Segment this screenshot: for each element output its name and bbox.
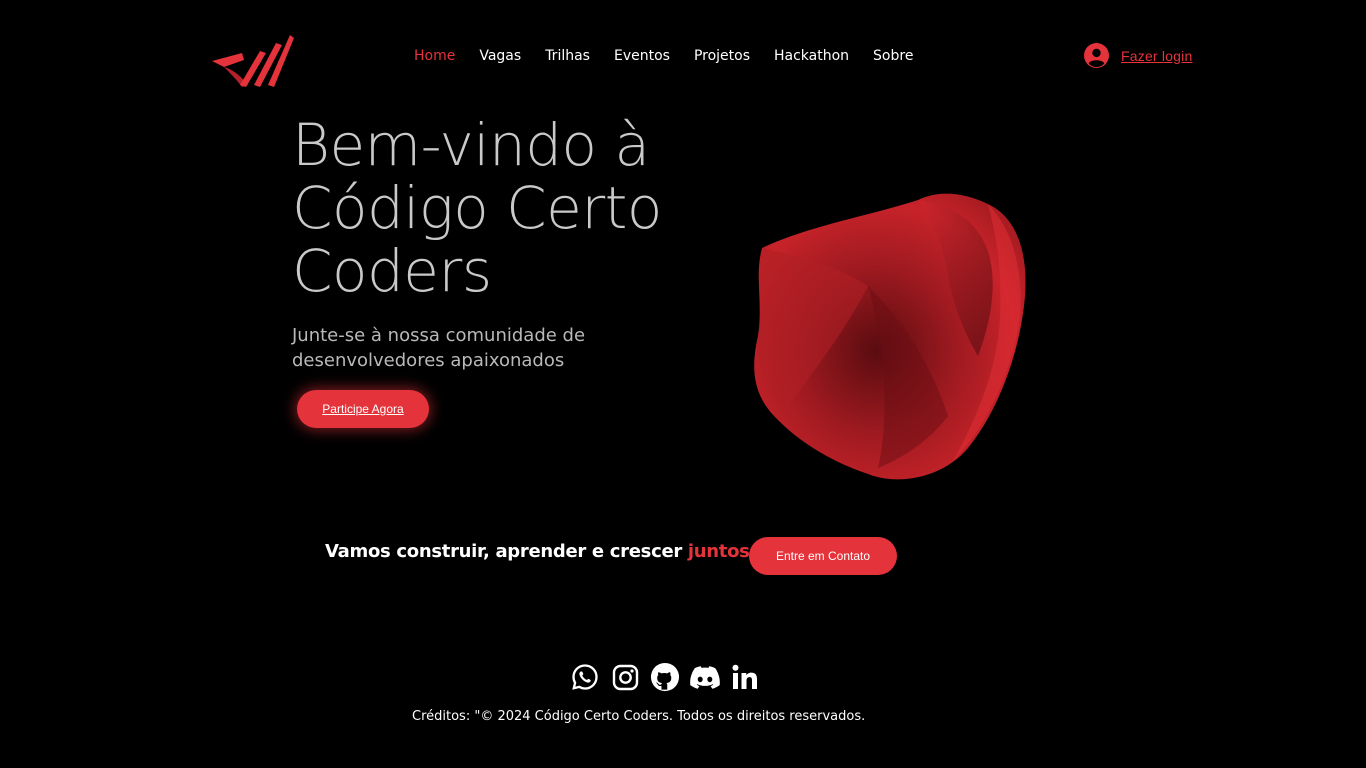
join-now-button[interactable]: Participe Agora [297,390,429,428]
user-icon [1084,43,1109,68]
hero-title-line: Código Certo [292,174,662,242]
logo-icon[interactable] [210,33,294,89]
nav-home[interactable]: Home [414,48,455,65]
social-links [570,661,760,693]
main-nav: Home Vagas Trilhas Eventos Projetos Hack… [414,48,913,65]
nav-vagas[interactable]: Vagas [479,48,521,65]
nav-trilhas[interactable]: Trilhas [545,48,590,65]
nav-projetos[interactable]: Projetos [694,48,750,65]
login-link[interactable]: Fazer login [1084,43,1192,68]
hero-title-line: Coders [292,237,492,305]
login-label: Fazer login [1121,47,1193,64]
red-cloth-illustration [754,193,1026,480]
cta-text-main: Vamos construir, aprender e crescer [325,541,682,562]
hero-title-line: Bem-vindo à [292,111,650,179]
nav-sobre[interactable]: Sobre [873,48,913,65]
whatsapp-icon[interactable] [570,661,600,693]
discord-icon[interactable] [690,661,720,693]
page: Home Vagas Trilhas Eventos Projetos Hack… [0,0,1366,768]
instagram-icon[interactable] [610,661,640,693]
linkedin-icon[interactable] [730,661,760,693]
github-icon[interactable] [650,661,680,693]
contact-button[interactable]: Entre em Contato [749,537,897,575]
footer-credits: Créditos: "© 2024 Código Certo Coders. T… [412,709,866,724]
cta-text: Vamos construir, aprender e crescer junt… [325,541,764,562]
hero-title: Bem-vindo à Código Certo Coders [292,114,752,303]
nav-hackathon[interactable]: Hackathon [774,48,849,65]
hero-subtitle: Junte-se à nossa comunidade de desenvolv… [292,325,586,371]
nav-eventos[interactable]: Eventos [614,48,670,65]
